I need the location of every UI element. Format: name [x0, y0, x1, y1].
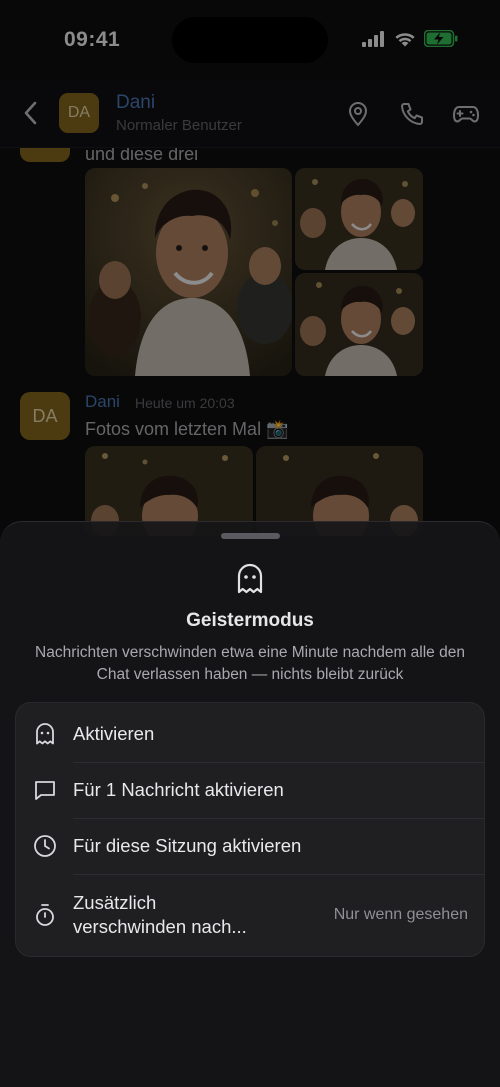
sheet-drag-handle[interactable] — [221, 533, 280, 539]
option-activate-session[interactable]: Für diese Sitzung aktivieren — [16, 818, 486, 874]
ghost-mode-sheet: Geistermodus Nachrichten verschwinden et… — [0, 521, 500, 1087]
option-additional-disappear[interactable]: Zusätzlich verschwinden nach... Nur wenn… — [16, 877, 486, 953]
ghost-icon — [32, 721, 58, 747]
option-label: Für 1 Nachricht aktivieren — [73, 779, 284, 800]
divider — [73, 874, 484, 875]
timer-icon — [32, 902, 58, 928]
option-label-line1: Zusätzlich — [73, 892, 157, 913]
ghost-icon — [235, 562, 265, 596]
option-label: Zusätzlich verschwinden nach... — [73, 891, 247, 939]
message-bubble-icon — [32, 777, 58, 803]
ghost-mode-options: Aktivieren Für 1 Nachricht aktivieren Fü… — [15, 702, 485, 957]
option-activate-one-message[interactable]: Für 1 Nachricht aktivieren — [16, 762, 486, 818]
option-label: Für diese Sitzung aktivieren — [73, 835, 302, 856]
option-label: Aktivieren — [73, 723, 155, 744]
option-label-line2: verschwinden nach... — [73, 916, 247, 937]
sheet-title: Geistermodus — [186, 610, 314, 631]
clock-icon — [32, 833, 58, 859]
sheet-description: Nachrichten verschwinden etwa eine Minut… — [35, 644, 465, 683]
option-activate[interactable]: Aktivieren — [16, 706, 486, 762]
option-value: Nur wenn gesehen — [333, 906, 468, 923]
